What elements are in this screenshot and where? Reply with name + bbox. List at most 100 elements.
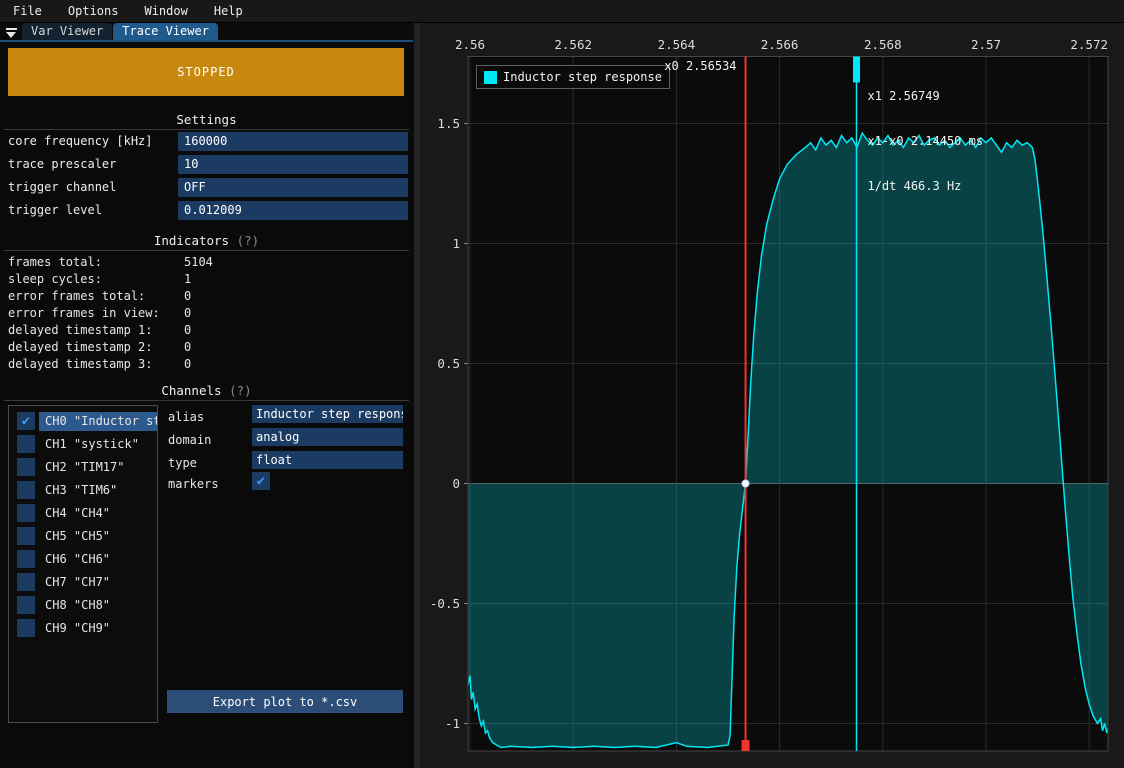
menu-help[interactable]: Help	[201, 0, 256, 22]
plot-panel: 2.562.5622.5642.5662.5682.572.5721.510.5…	[420, 22, 1124, 768]
type-input[interactable]	[252, 451, 403, 469]
channel-row[interactable]: CH3 "TIM6"	[9, 480, 157, 502]
channel-checkbox[interactable]	[17, 573, 35, 591]
channel-list[interactable]: ✔CH0 "Inductor st CH1 "systick" CH2 "TIM17…	[8, 405, 158, 723]
cursor-x0-handle[interactable]	[742, 740, 750, 751]
tab-var-viewer[interactable]: Var Viewer	[22, 23, 112, 40]
x-tick-label: 2.57	[971, 37, 1001, 52]
channel-row[interactable]: CH2 "TIM17"	[9, 457, 157, 479]
channel-row-label: CH4 "CH4"	[45, 504, 110, 523]
channel-row[interactable]: CH8 "CH8"	[9, 595, 157, 617]
tab-bar: Var ViewerTrace Viewer	[0, 23, 413, 42]
channel-checkbox[interactable]	[17, 458, 35, 476]
channels-title: Channels	[161, 383, 221, 398]
menu-file[interactable]: File	[0, 0, 55, 22]
series-swatch-icon	[484, 71, 497, 84]
channel-checkbox[interactable]	[17, 619, 35, 637]
channel-checkbox[interactable]	[17, 550, 35, 568]
x-tick-label: 2.568	[864, 37, 902, 52]
channel-row[interactable]: ✔CH0 "Inductor st	[9, 411, 157, 433]
channel-checkbox[interactable]	[17, 481, 35, 499]
indicator-value: 0	[184, 288, 191, 305]
indicator-value: 5104	[184, 254, 213, 271]
acquisition-state-button[interactable]: STOPPED	[8, 48, 404, 96]
plot-canvas[interactable]: 2.562.5622.5642.5662.5682.572.5721.510.5…	[420, 22, 1124, 768]
channel-row[interactable]: CH9 "CH9"	[9, 618, 157, 640]
marker-dot[interactable]	[742, 480, 749, 487]
domain-label: domain	[168, 431, 211, 449]
settings-header: Settings	[0, 112, 413, 127]
channel-row-label: CH1 "systick"	[45, 435, 139, 454]
indicator-label: sleep cycles:	[8, 271, 102, 288]
cursor-x0-label: x0 2.56534	[577, 59, 737, 73]
domain-input[interactable]	[252, 428, 403, 446]
type-label: type	[168, 454, 197, 472]
menu-window[interactable]: Window	[131, 0, 200, 22]
channel-row[interactable]: CH5 "CH5"	[9, 526, 157, 548]
menu-options[interactable]: Options	[55, 0, 132, 22]
channel-checkbox[interactable]	[17, 504, 35, 522]
channel-row[interactable]: CH7 "CH7"	[9, 572, 157, 594]
indicator-label: error frames total:	[8, 288, 145, 305]
alias-input[interactable]	[252, 405, 403, 423]
indicator-value: 1	[184, 271, 191, 288]
menu-bar: FileOptionsWindowHelp	[0, 0, 1124, 23]
indicator-value: 0	[184, 322, 191, 339]
channel-row[interactable]: CH1 "systick"	[9, 434, 157, 456]
setting-label: trigger channel	[8, 178, 116, 197]
indicator-label: frames total:	[8, 254, 102, 271]
indicator-label: error frames in view:	[8, 305, 160, 322]
indicators-title: Indicators	[154, 233, 229, 248]
markers-checkbox[interactable]: ✔	[252, 472, 270, 490]
setting-input-trigger-channel[interactable]	[178, 178, 408, 197]
indicator-value: 0	[184, 339, 191, 356]
help-icon[interactable]: (?)	[237, 233, 260, 248]
y-tick-label: -0.5	[430, 596, 460, 611]
channel-checkbox[interactable]: ✔	[17, 412, 35, 430]
settings-title: Settings	[176, 112, 236, 127]
channels-header: Channels (?)	[0, 383, 413, 398]
markers-label: markers	[168, 475, 219, 493]
cursor-x1-info: x1 2.56749 x1-x0 2.14450 ms 1/dt 466.3 H…	[867, 59, 983, 224]
channel-row-label: CH3 "TIM6"	[45, 481, 117, 500]
help-icon[interactable]: (?)	[229, 383, 252, 398]
channel-checkbox[interactable]	[17, 435, 35, 453]
separator	[4, 400, 409, 401]
channel-row-label: CH5 "CH5"	[45, 527, 110, 546]
setting-label: trigger level	[8, 201, 102, 220]
alias-label: alias	[168, 408, 204, 426]
indicator-value: 0	[184, 305, 191, 322]
channel-row-label: CH9 "CH9"	[45, 619, 110, 638]
left-panel: STOPPED Settings core frequency [kHz]tra…	[0, 42, 413, 768]
y-tick-label: 1	[452, 236, 460, 251]
indicators-header: Indicators (?)	[0, 233, 413, 248]
chevron-down-icon	[6, 32, 16, 38]
indicator-label: delayed timestamp 3:	[8, 356, 153, 373]
y-tick-label: -1	[445, 716, 460, 731]
y-tick-label: 1.5	[437, 116, 460, 131]
channel-row-label: CH7 "CH7"	[45, 573, 110, 592]
setting-input-trigger-level[interactable]	[178, 201, 408, 220]
channel-row-label: CH8 "CH8"	[45, 596, 110, 615]
channel-row[interactable]: CH6 "CH6"	[9, 549, 157, 571]
setting-input-core-frequency-khz-[interactable]	[178, 132, 408, 151]
channel-checkbox[interactable]	[17, 596, 35, 614]
setting-input-trace-prescaler[interactable]	[178, 155, 408, 174]
y-tick-label: 0.5	[437, 356, 460, 371]
indicator-value: 0	[184, 356, 191, 373]
cursor-x1-handle[interactable]	[853, 57, 860, 83]
setting-label: trace prescaler	[8, 155, 116, 174]
collapse-icon[interactable]	[0, 25, 22, 40]
channel-row-label: CH6 "CH6"	[45, 550, 110, 569]
y-tick-label: 0	[452, 476, 460, 491]
channel-row[interactable]: CH4 "CH4"	[9, 503, 157, 525]
x-tick-label: 2.564	[658, 37, 696, 52]
channel-checkbox[interactable]	[17, 527, 35, 545]
cursor-x1-label: x1 2.56749	[867, 89, 983, 104]
export-csv-button[interactable]: Export plot to *.csv	[167, 690, 403, 713]
x-tick-label: 2.566	[761, 37, 799, 52]
x-tick-label: 2.572	[1070, 37, 1108, 52]
cursor-freq-label: 1/dt 466.3 Hz	[867, 179, 983, 194]
tab-trace-viewer[interactable]: Trace Viewer	[113, 23, 218, 40]
channel-row-label: CH2 "TIM17"	[45, 458, 124, 477]
